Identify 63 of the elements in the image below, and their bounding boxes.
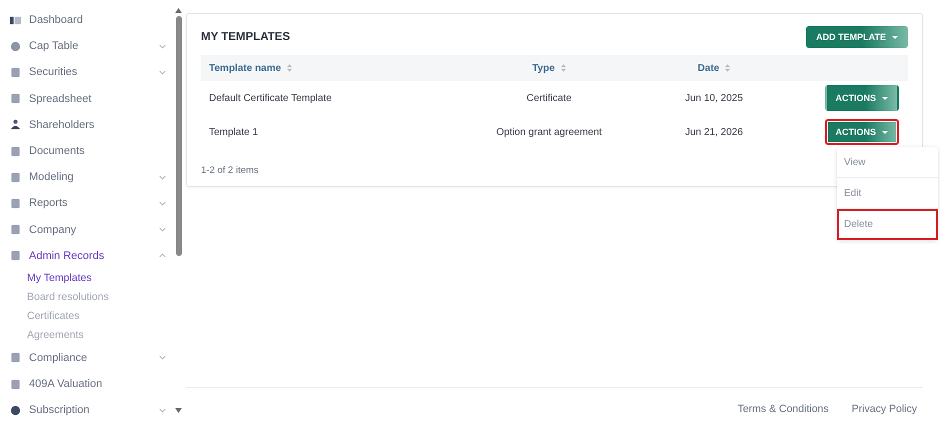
scroll-thumb[interactable] (176, 16, 182, 256)
sort-icon (725, 64, 730, 72)
nav-icon (10, 404, 21, 416)
sort-icon (560, 64, 566, 72)
nav-icon (10, 66, 21, 78)
chevron-down-icon (159, 44, 166, 49)
nav-item[interactable]: Reports (0, 190, 174, 216)
nav-icon (10, 224, 21, 236)
nav-icon (10, 352, 21, 364)
table-cell-text: Template 1 (208, 126, 259, 138)
nav-item[interactable]: Shareholders (0, 112, 174, 138)
pagination-text: 1-2 of 2 items (201, 165, 260, 176)
table-cell-text: Default Certificate Template (208, 92, 333, 104)
column-header[interactable]: Template name (201, 62, 459, 74)
column-header[interactable]: Date (639, 62, 789, 74)
nav-item[interactable]: Securities (0, 59, 174, 86)
caret-icon (882, 130, 888, 134)
nav-item[interactable]: Dashboard (0, 7, 174, 34)
footer-link[interactable]: Terms & Conditions (738, 402, 829, 414)
nav-item[interactable]: Compliance (0, 344, 174, 372)
nav-item[interactable]: Admin Records (0, 242, 174, 269)
menu-item[interactable]: Edit (837, 178, 938, 209)
actions-button[interactable]: ACTIONS (824, 119, 899, 145)
nav-icon (10, 146, 21, 157)
card-title: MY TEMPLATES (201, 31, 290, 43)
nav-icon (10, 40, 21, 52)
nav-item[interactable]: Subscription (0, 397, 174, 424)
table-cell-text: Certificate (525, 92, 572, 104)
actions-button[interactable]: ACTIONS (824, 85, 899, 111)
nav-item[interactable]: Modeling (0, 164, 174, 190)
chevron-down-icon (159, 70, 166, 75)
nav-item[interactable]: Cap Table (0, 33, 174, 60)
chevron-down-icon (159, 200, 166, 206)
table-cell-text: Jun 10, 2025 (684, 92, 744, 104)
scroll-up-icon[interactable] (175, 8, 182, 13)
footer-link[interactable]: Privacy Policy (852, 402, 917, 414)
caret-icon (882, 96, 888, 100)
nav-icon (10, 250, 21, 262)
caret-icon (892, 36, 898, 38)
nav-icon (10, 93, 21, 104)
scroll-down-icon[interactable] (175, 408, 182, 413)
nav-item[interactable]: Documents (0, 138, 174, 164)
sort-icon (287, 64, 292, 72)
nav-item[interactable]: Company (0, 216, 174, 243)
chevron-down-icon (159, 408, 166, 413)
nav-item[interactable]: Spreadsheet (0, 86, 174, 112)
menu-item[interactable]: View (837, 147, 938, 178)
menu-item[interactable]: Delete (837, 209, 938, 240)
nav-icon (10, 198, 21, 209)
column-header[interactable]: Type (459, 62, 639, 74)
nav-subitem[interactable]: My Templates (0, 268, 174, 288)
nav-item[interactable]: 409A Valuation (0, 371, 174, 398)
table-cell-text: Jun 21, 2026 (684, 126, 744, 138)
nav-icon (10, 14, 21, 26)
table-cell-text: Option grant agreement (495, 126, 603, 138)
chevron-down-icon (159, 227, 166, 232)
chevron-down-icon (159, 174, 166, 180)
chevron-up-icon (159, 253, 166, 258)
chevron-down-icon (159, 355, 166, 360)
nav-icon (10, 378, 21, 390)
nav-icon (10, 172, 21, 183)
add-template-button[interactable]: ADD TEMPLATE (806, 26, 908, 48)
nav-icon (10, 119, 21, 130)
